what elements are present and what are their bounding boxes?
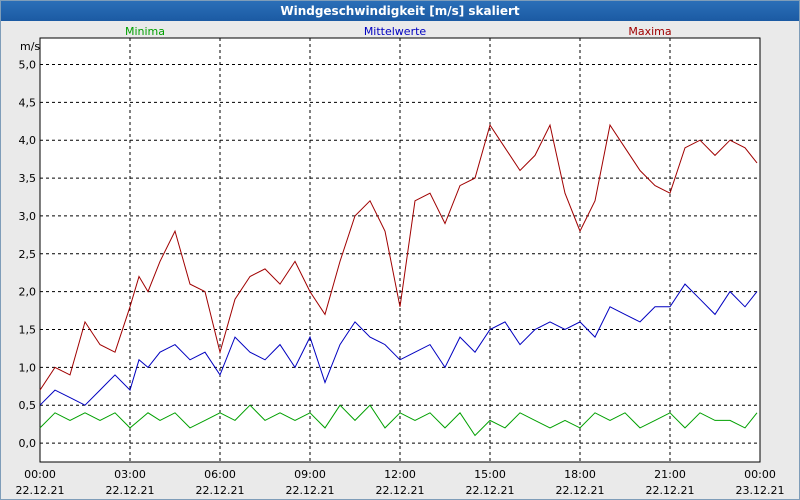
x-tick-date: 22.12.21 bbox=[376, 484, 425, 497]
x-tick-time: 00:00 bbox=[744, 468, 776, 481]
x-tick-time: 00:00 bbox=[24, 468, 56, 481]
legend: Minima Mittelwerte Maxima bbox=[125, 25, 672, 38]
y-axis-label: m/s bbox=[20, 40, 40, 53]
x-tick-date: 23.12.21 bbox=[736, 484, 785, 497]
x-tick-date: 22.12.21 bbox=[286, 484, 335, 497]
y-tick-label: 4,0 bbox=[19, 134, 37, 147]
y-tick-label: 1,5 bbox=[19, 324, 37, 337]
x-tick-date: 22.12.21 bbox=[556, 484, 605, 497]
wind-speed-chart: 0,0 0,5 1,0 1,5 2,0 2,5 3,0 3,5 4,0 4,5 5,0 00:00 2… bbox=[16, 25, 785, 497]
x-tick-time: 12:00 bbox=[384, 468, 416, 481]
x-tick-labels: 00:00 22.12.21 03:00 22.12.21 06:00 22.12.21 0… bbox=[16, 468, 785, 497]
y-tick-label: 0,5 bbox=[19, 399, 37, 412]
x-tick-time: 09:00 bbox=[294, 468, 326, 481]
y-tick-label: 2,5 bbox=[19, 248, 37, 261]
x-tick-time: 15:00 bbox=[474, 468, 506, 481]
y-tick-label: 5,0 bbox=[19, 59, 37, 72]
y-tick-label: 1,0 bbox=[19, 361, 37, 374]
x-tick-date: 22.12.21 bbox=[196, 484, 245, 497]
legend-entry-mittelwerte: Mittelwerte bbox=[364, 25, 427, 38]
legend-entry-maxima: Maxima bbox=[628, 25, 671, 38]
x-tick-date: 22.12.21 bbox=[106, 484, 155, 497]
x-tick-time: 21:00 bbox=[654, 468, 686, 481]
x-tick-time: 06:00 bbox=[204, 468, 236, 481]
x-tick-date: 22.12.21 bbox=[466, 484, 515, 497]
x-tick-time: 18:00 bbox=[564, 468, 596, 481]
x-tick-date: 22.12.21 bbox=[646, 484, 695, 497]
y-tick-labels: 0,0 0,5 1,0 1,5 2,0 2,5 3,0 3,5 4,0 4,5 5,0 bbox=[19, 59, 37, 451]
legend-entry-minima: Minima bbox=[125, 25, 165, 38]
x-tick-date: 22.12.21 bbox=[16, 484, 65, 497]
y-tick-label: 3,0 bbox=[19, 210, 37, 223]
y-tick-label: 2,0 bbox=[19, 286, 37, 299]
y-tick-label: 4,5 bbox=[19, 96, 37, 109]
y-tick-label: 0,0 bbox=[19, 437, 37, 450]
x-tick-time: 03:00 bbox=[114, 468, 146, 481]
y-tick-label: 3,5 bbox=[19, 172, 37, 185]
